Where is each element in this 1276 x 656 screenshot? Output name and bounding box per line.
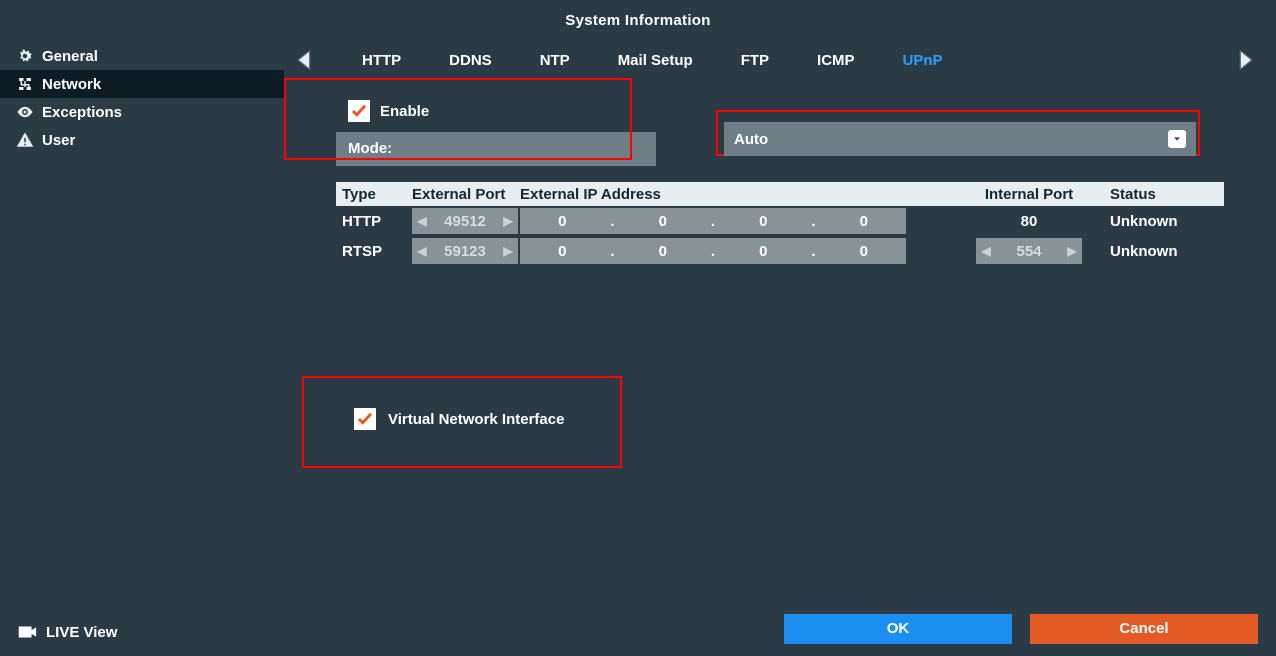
spinner-value: 554 — [996, 243, 1062, 260]
vni-label: Virtual Network Interface — [388, 411, 564, 428]
tabs-scroll-left[interactable] — [284, 42, 326, 78]
cell-type: HTTP — [336, 213, 406, 230]
sidebar-item-label: Exceptions — [42, 104, 122, 121]
cancel-button[interactable]: Cancel — [1030, 614, 1258, 644]
sidebar-item-network[interactable]: Network — [0, 70, 284, 98]
cell-status: Unknown — [1104, 213, 1224, 230]
main-panel: HTTP DDNS NTP Mail Setup FTP ICMP UPnP E… — [284, 42, 1276, 656]
enable-checkbox[interactable] — [348, 100, 370, 122]
th-type: Type — [336, 186, 406, 203]
sidebar-item-exceptions[interactable]: Exceptions — [0, 98, 284, 126]
sidebar-item-label: General — [42, 48, 98, 65]
window-title: System Information — [0, 0, 1276, 42]
ext-port-spinner[interactable]: ◀ 59123 ▶ — [412, 238, 518, 264]
vni-checkbox[interactable] — [354, 408, 376, 430]
th-int-port: Internal Port — [954, 186, 1104, 203]
tab-mail-setup[interactable]: Mail Setup — [618, 52, 693, 69]
sidebar: General Network Exceptions User LIVE Vie… — [0, 42, 284, 656]
enable-label: Enable — [380, 103, 429, 120]
network-icon — [16, 75, 34, 93]
live-view-label: LIVE View — [46, 624, 117, 641]
sidebar-item-user[interactable]: User — [0, 126, 284, 154]
spinner-right-icon[interactable]: ▶ — [1062, 244, 1082, 258]
ext-port-spinner[interactable]: ◀ 49512 ▶ — [412, 208, 518, 234]
eye-icon — [16, 103, 34, 121]
warning-icon — [16, 131, 34, 149]
tab-icmp[interactable]: ICMP — [817, 52, 855, 69]
dropdown-icon — [1168, 130, 1186, 148]
sidebar-item-label: Network — [42, 76, 101, 93]
chevron-right-icon — [1231, 46, 1259, 74]
live-view-button[interactable]: LIVE View — [0, 608, 284, 656]
gear-icon — [16, 47, 34, 65]
tabs-scroll-right[interactable] — [1224, 42, 1266, 78]
mode-value: Auto — [734, 131, 768, 148]
ext-ip-field[interactable]: 0. 0. 0. 0 — [520, 238, 906, 264]
th-ext-port: External Port — [406, 186, 514, 203]
chevron-left-icon — [291, 46, 319, 74]
tab-ddns[interactable]: DDNS — [449, 52, 492, 69]
cell-type: RTSP — [336, 243, 406, 260]
tab-ntp[interactable]: NTP — [540, 52, 570, 69]
ok-button[interactable]: OK — [784, 614, 1012, 644]
mode-label: Mode: — [336, 132, 656, 166]
int-port-spinner[interactable]: ◀ 554 ▶ — [976, 238, 1082, 264]
camera-icon — [16, 621, 38, 643]
spinner-left-icon[interactable]: ◀ — [412, 214, 432, 228]
spinner-left-icon[interactable]: ◀ — [976, 244, 996, 258]
tab-upnp[interactable]: UPnP — [903, 52, 943, 69]
check-icon — [350, 102, 368, 120]
table-row: HTTP ◀ 49512 ▶ 0. 0. 0. 0 — [336, 206, 1224, 236]
th-status: Status — [1104, 186, 1224, 203]
cell-status: Unknown — [1104, 243, 1224, 260]
mode-select[interactable]: Auto — [724, 122, 1196, 156]
spinner-left-icon[interactable]: ◀ — [412, 244, 432, 258]
cell-int-port: 80 — [954, 213, 1104, 230]
th-ext-ip: External IP Address — [514, 186, 954, 203]
sidebar-item-label: User — [42, 132, 75, 149]
table-row: RTSP ◀ 59123 ▶ 0. 0. 0. 0 — [336, 236, 1224, 266]
check-icon — [356, 410, 374, 428]
tab-ftp[interactable]: FTP — [741, 52, 769, 69]
port-table: Type External Port External IP Address I… — [336, 182, 1224, 266]
tab-bar: HTTP DDNS NTP Mail Setup FTP ICMP UPnP — [362, 42, 943, 78]
ext-ip-field[interactable]: 0. 0. 0. 0 — [520, 208, 906, 234]
spinner-value: 49512 — [432, 213, 498, 230]
spinner-value: 59123 — [432, 243, 498, 260]
tab-http[interactable]: HTTP — [362, 52, 401, 69]
sidebar-item-general[interactable]: General — [0, 42, 284, 70]
